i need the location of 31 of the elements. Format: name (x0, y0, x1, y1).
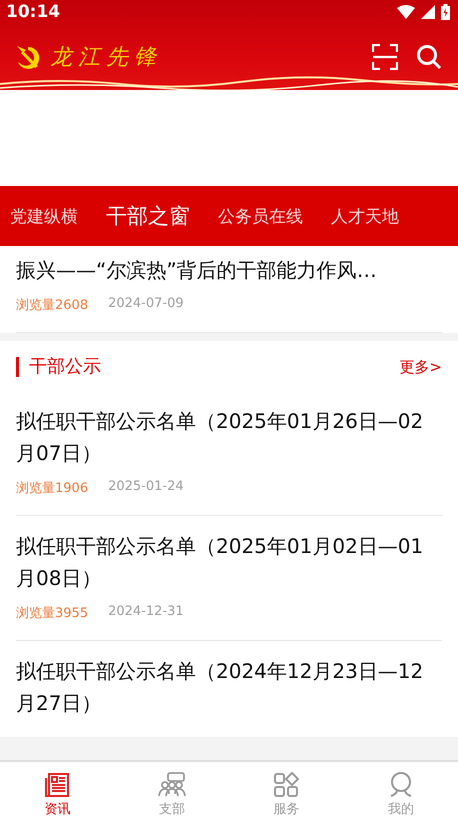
nav-tab[interactable]: 我的 (344, 762, 458, 820)
article-title[interactable]: 拟任职干部公示名单（2025年01月02日—01月08日） (16, 530, 442, 594)
app-logo: 龙江先锋 (50, 44, 162, 72)
view-count: 浏览量3955 (16, 605, 88, 622)
tab[interactable]: 党建纵横 (10, 204, 78, 228)
article-title[interactable]: 拟任职干部公示名单（2024年12月23日—12月27日） (16, 655, 442, 719)
view-count: 浏览量1906 (16, 480, 88, 497)
search-icon[interactable] (416, 44, 442, 70)
tab[interactable]: 人才天地 (331, 204, 399, 228)
tab[interactable]: 公务员在线 (218, 204, 303, 228)
nav-tab[interactable]: 服务 (229, 762, 344, 820)
nav-tab[interactable]: 资讯 (0, 762, 114, 820)
newspaper-icon (44, 772, 70, 798)
article-date: 2024-07-09 (108, 296, 184, 313)
wifi-icon (397, 5, 415, 19)
person-icon (388, 772, 413, 798)
nav-tab[interactable]: 支部 (114, 762, 229, 820)
article-date: 2025-01-24 (108, 479, 184, 496)
battery-icon (441, 4, 450, 20)
section-title: 干部公示 (16, 357, 101, 377)
more-link[interactable]: 更多> (399, 358, 442, 376)
article-date: 2024-12-31 (108, 604, 184, 621)
article-title[interactable]: 拟任职干部公示名单（2025年01月26日—02月07日） (16, 405, 442, 469)
status-time: 10:14 (6, 2, 60, 22)
article-title[interactable]: 振兴——“尔滨热”背后的干部能力作风… (16, 254, 442, 286)
group-chat-icon (158, 772, 186, 798)
scan-icon[interactable] (372, 44, 398, 70)
grid-icon (273, 772, 300, 798)
view-count: 浏览量2608 (16, 297, 88, 314)
tab[interactable]: 干部之窗 (106, 202, 190, 230)
signal-icon (421, 5, 435, 19)
